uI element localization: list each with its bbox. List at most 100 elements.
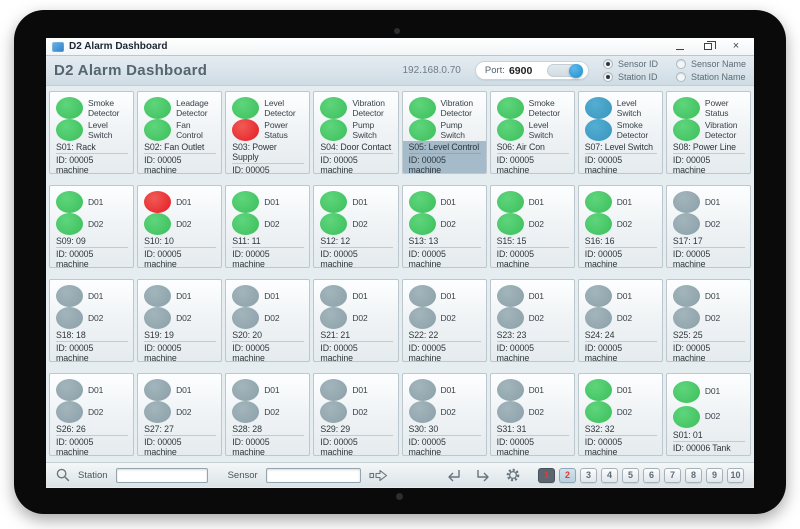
- station-card[interactable]: D01D02S29: 29ID: 00005 machine: [313, 373, 398, 456]
- station-id: ID: 00006 Tank: [673, 443, 745, 453]
- enter-arrow-button[interactable]: [475, 468, 492, 482]
- page-button-4[interactable]: 4: [601, 468, 618, 483]
- sensor-label: D01: [617, 291, 632, 301]
- station-card[interactable]: D01D02S20: 20ID: 00005 machine: [225, 279, 310, 362]
- page-button-2[interactable]: 2: [559, 468, 576, 483]
- page-button-7[interactable]: 7: [664, 468, 681, 483]
- station-card[interactable]: D01D02S24: 24ID: 00005 machine: [578, 279, 663, 362]
- radio-station-id[interactable]: Station ID: [603, 72, 658, 82]
- radio-sensor-name[interactable]: Sensor Name: [676, 59, 746, 69]
- page-button-1[interactable]: 1: [538, 468, 555, 483]
- station-name: S03: Power Supply: [232, 142, 304, 162]
- station-card[interactable]: Vibration DetectorPump SwitchS05: Level …: [402, 91, 487, 174]
- restore-button[interactable]: [702, 42, 714, 52]
- sensor-label: D02: [529, 219, 544, 229]
- blue-status-light-icon: [585, 119, 612, 141]
- sensor-row: D02: [585, 401, 657, 423]
- gray-status-light-icon: [320, 379, 347, 401]
- station-card[interactable]: D01D02S21: 21ID: 00005 machine: [313, 279, 398, 362]
- sensor-list: D01D02: [409, 191, 481, 235]
- station-card[interactable]: D01D02S26: 26ID: 00005 machine: [49, 373, 134, 456]
- sensor-row: D01: [497, 379, 569, 401]
- gray-status-light-icon: [673, 213, 700, 235]
- station-card[interactable]: D01D02S13: 13ID: 00005 machine: [402, 185, 487, 268]
- exit-arrow-button[interactable]: [445, 468, 462, 482]
- station-card[interactable]: D01D02S10: 10ID: 00005 machine: [137, 185, 222, 268]
- sensor-list: Smoke DetectorLevel Switch: [497, 97, 569, 141]
- station-card[interactable]: Smoke DetectorLevel SwitchS01: RackID: 0…: [49, 91, 134, 174]
- page-button-8[interactable]: 8: [685, 468, 702, 483]
- search-go-button[interactable]: [369, 469, 389, 482]
- station-card[interactable]: Smoke DetectorLevel SwitchS06: Air ConID…: [490, 91, 575, 174]
- sensor-row: Smoke Detector: [56, 97, 128, 119]
- station-card[interactable]: Vibration DetectorPump SwitchS04: Door C…: [313, 91, 398, 174]
- sensor-list: D01D02: [585, 379, 657, 423]
- footer-divider: [409, 153, 481, 154]
- green-status-light-icon: [56, 213, 83, 235]
- gray-status-light-icon: [409, 401, 436, 423]
- station-card[interactable]: D01D02S32: 32ID: 00005 machine: [578, 373, 663, 456]
- sensor-search-input[interactable]: [266, 468, 361, 483]
- page-button-10[interactable]: 10: [727, 468, 744, 483]
- station-card[interactable]: D01D02S27: 27ID: 00005 machine: [137, 373, 222, 456]
- radio-station-name[interactable]: Station Name: [676, 72, 746, 82]
- station-card[interactable]: D01D02S12: 12ID: 00005 machine: [313, 185, 398, 268]
- sensor-label: Pump Switch: [441, 120, 465, 140]
- sensor-list: D01D02: [673, 379, 745, 429]
- port-input[interactable]: [509, 65, 543, 77]
- radio-sensor-id[interactable]: Sensor ID: [603, 59, 658, 69]
- station-id: ID: 00005 machine: [56, 249, 128, 268]
- station-card[interactable]: D01D02S19: 19ID: 00005 machine: [137, 279, 222, 362]
- station-card[interactable]: Leadage DetectorFan ControlS02: Fan Outl…: [137, 91, 222, 174]
- search-icon: [56, 468, 70, 482]
- station-card[interactable]: D01D02S09: 09ID: 00005 machine: [49, 185, 134, 268]
- station-card[interactable]: D01D02S23: 23ID: 00005 machine: [490, 279, 575, 362]
- sensor-list: Leadage DetectorFan Control: [144, 97, 216, 141]
- station-name: S01: 01: [673, 430, 745, 440]
- station-card[interactable]: D01D02S01: 01 ID: 00006 Tank: [666, 373, 751, 456]
- sensor-list: D01D02: [320, 285, 392, 329]
- station-name: S20: 20: [232, 330, 304, 340]
- station-card[interactable]: D01D02S17: 17ID: 00005 machine: [666, 185, 751, 268]
- green-status-light-icon: [144, 213, 171, 235]
- sensor-search-label: Sensor: [228, 470, 258, 481]
- close-button[interactable]: ×: [730, 42, 742, 52]
- station-card-grid: Smoke DetectorLevel SwitchS01: RackID: 0…: [46, 86, 754, 462]
- app-icon: [52, 42, 64, 52]
- station-card[interactable]: D01D02S22: 22ID: 00005 machine: [402, 279, 487, 362]
- green-status-light-icon: [497, 213, 524, 235]
- page-button-9[interactable]: 9: [706, 468, 723, 483]
- station-name: S04: Door Contact: [320, 142, 392, 152]
- radio-dot-icon: [603, 59, 613, 69]
- sensor-label: D02: [264, 313, 279, 323]
- sensor-row: D02: [409, 401, 481, 423]
- card-footer: S25: 25ID: 00005 machine: [667, 329, 750, 362]
- station-card[interactable]: D01D02S15: 15ID: 00005 machine: [490, 185, 575, 268]
- station-card[interactable]: D01D02S16: 16ID: 00005 machine: [578, 185, 663, 268]
- station-card[interactable]: Level DetectorPower StatusS03: Power Sup…: [225, 91, 310, 174]
- station-card[interactable]: D01D02S30: 30ID: 00005 machine: [402, 373, 487, 456]
- radio-dot-icon: [676, 72, 686, 82]
- sensor-row: D02: [585, 213, 657, 235]
- station-card[interactable]: Level SwitchSmoke DetectorS07: Level Swi…: [578, 91, 663, 174]
- sensor-row: Smoke Detector: [497, 97, 569, 119]
- station-card[interactable]: D01D02S31: 31ID: 00005 machine: [490, 373, 575, 456]
- station-card[interactable]: D01D02S11: 11ID: 00005 machine: [225, 185, 310, 268]
- station-name: S30: 30: [409, 424, 481, 434]
- station-card[interactable]: D01D02S18: 18ID: 00005 machine: [49, 279, 134, 362]
- sensor-label: D01: [176, 385, 191, 395]
- page-button-5[interactable]: 5: [622, 468, 639, 483]
- gear-icon[interactable]: [505, 467, 521, 483]
- page-button-3[interactable]: 3: [580, 468, 597, 483]
- sensor-list: D01D02: [320, 191, 392, 235]
- page-button-6[interactable]: 6: [643, 468, 660, 483]
- sensor-row: D01: [320, 191, 392, 213]
- station-search-input[interactable]: [116, 468, 208, 483]
- footer-divider: [144, 153, 216, 154]
- minimize-button[interactable]: [674, 42, 686, 52]
- sensor-label: Smoke Detector: [88, 98, 119, 118]
- connection-toggle[interactable]: [547, 64, 583, 77]
- station-card[interactable]: D01D02S25: 25ID: 00005 machine: [666, 279, 751, 362]
- station-card[interactable]: Power StatusVibration DetectorS08: Power…: [666, 91, 751, 174]
- station-card[interactable]: D01D02S28: 28ID: 00005 machine: [225, 373, 310, 456]
